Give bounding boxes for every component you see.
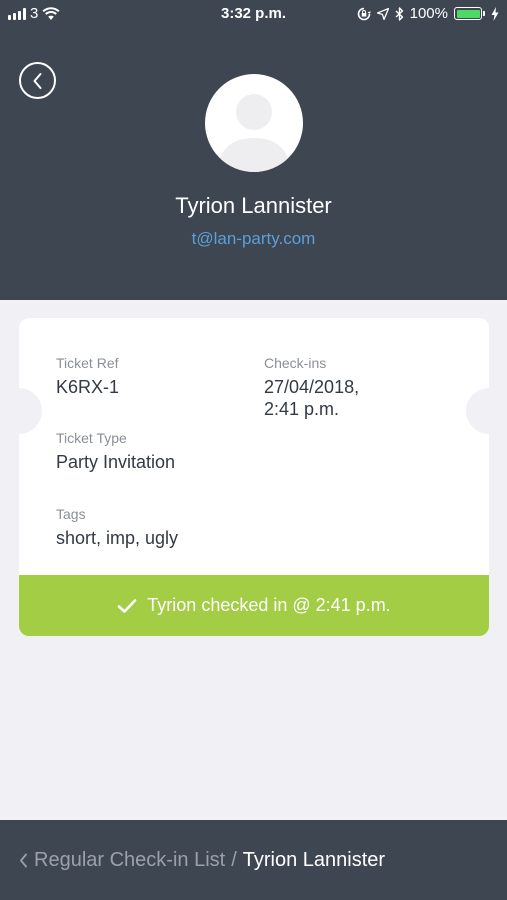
user-name: Tyrion Lannister [175, 193, 332, 218]
user-placeholder-icon [217, 94, 291, 172]
screen-lock-icon [357, 7, 371, 20]
checkin-status-bar: Tyrion checked in @ 2:41 p.m. [19, 575, 489, 636]
user-email-link[interactable]: t@lan-party.com [0, 229, 507, 249]
battery-icon [454, 7, 485, 20]
checkins-field: Check-ins 27/04/2018, 2:41 p.m. [264, 355, 359, 420]
charging-icon [491, 6, 499, 21]
location-icon [376, 7, 389, 20]
breadcrumb-separator: / [231, 848, 237, 871]
ticket-ref-label: Ticket Ref [56, 355, 119, 371]
back-button[interactable] [19, 62, 56, 99]
tags-label: Tags [56, 506, 86, 522]
ticket-ref-value: K6RX-1 [56, 377, 120, 397]
ticket-type-value: Party Invitation [56, 452, 176, 472]
chevron-left-icon [20, 853, 27, 867]
ticket-type-field: Ticket Type Party Invitation [56, 430, 175, 473]
ticket-card: Ticket Ref K6RX-1 Check-ins 27/04/2018, … [19, 318, 489, 636]
ticket-notch-left [19, 388, 42, 434]
tags-value: short, imp, ugly [56, 528, 179, 548]
checkins-date: 27/04/2018, [264, 377, 360, 397]
checkin-status-text: Tyrion checked in @ 2:41 p.m. [147, 595, 391, 615]
ticket-ref-field: Ticket Ref K6RX-1 [56, 355, 119, 398]
ticket-type-label: Ticket Type [56, 430, 127, 446]
checkins-label: Check-ins [264, 355, 327, 371]
breadcrumb: Regular Check-in List / Tyrion Lannister [0, 820, 507, 900]
avatar [205, 74, 303, 172]
breadcrumb-current: Tyrion Lannister [242, 848, 386, 871]
profile-header: 3 3:32 p.m. 100% Tyrion Lannister t@lan-… [0, 0, 507, 300]
checkmark-icon [117, 598, 137, 613]
bluetooth-icon [395, 6, 403, 21]
status-bar: 3 3:32 p.m. 100% [0, 0, 507, 28]
breadcrumb-parent-link[interactable]: Regular Check-in List [19, 849, 225, 872]
breadcrumb-parent-label: Regular Check-in List [34, 848, 226, 871]
chevron-left-icon [33, 72, 41, 89]
ticket-notch-right [466, 388, 489, 434]
battery-percent: 100% [409, 5, 448, 22]
checkins-time: 2:41 p.m. [264, 399, 340, 419]
tags-field: Tags short, imp, ugly [56, 506, 178, 549]
status-right: 100% [357, 5, 499, 22]
